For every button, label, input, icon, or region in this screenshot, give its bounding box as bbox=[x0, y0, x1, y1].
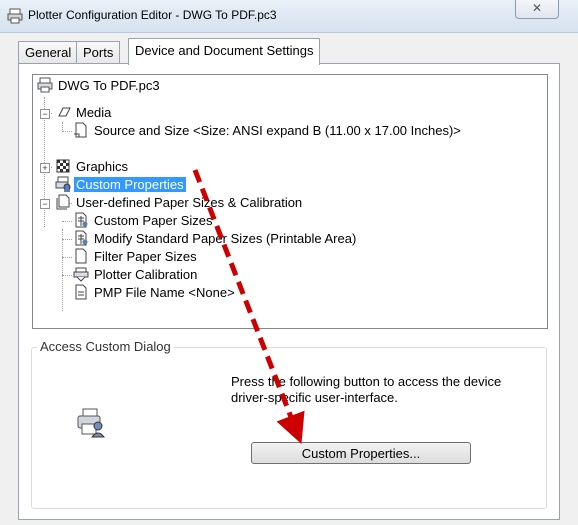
tree-node-label: Filter Paper Sizes bbox=[94, 249, 197, 264]
media-collapse-toggle[interactable]: − bbox=[40, 109, 50, 119]
tree-node-modify-standard[interactable]: Modify Standard Paper Sizes (Printable A… bbox=[73, 230, 358, 248]
pmp-file-icon bbox=[75, 284, 87, 300]
dialog-body: General Ports Device and Document Settin… bbox=[0, 33, 578, 525]
settings-tree[interactable]: − + − DWG To PDF.pc3 Media Source and Si… bbox=[32, 74, 548, 329]
window-title: Plotter Configuration Editor - DWG To PD… bbox=[28, 8, 277, 22]
paper-size-icon bbox=[74, 122, 87, 138]
title-bar: Plotter Configuration Editor - DWG To PD… bbox=[0, 0, 578, 33]
tree-node-media[interactable]: Media bbox=[55, 104, 113, 122]
plotter-file-icon bbox=[37, 77, 53, 93]
tree-node-label: Media bbox=[76, 105, 112, 120]
tree-node-custom-paper-sizes[interactable]: Custom Paper Sizes bbox=[73, 212, 215, 230]
tree-node-label: Graphics bbox=[76, 159, 129, 174]
tree-node-root[interactable]: DWG To PDF.pc3 bbox=[37, 77, 162, 95]
close-button[interactable]: ✕ bbox=[515, 0, 559, 19]
tree-node-label: PMP File Name <None> bbox=[94, 285, 235, 300]
tree-node-custom-properties[interactable]: Custom Properties bbox=[55, 176, 186, 194]
tree-node-label: Custom Paper Sizes bbox=[94, 213, 213, 228]
printer-user-icon bbox=[77, 408, 106, 438]
custom-dialog-description: Press the following button to access the… bbox=[231, 374, 502, 405]
custom-properties-button[interactable]: Custom Properties... bbox=[251, 442, 471, 464]
tree-node-pmp-file[interactable]: PMP File Name <None> bbox=[73, 284, 237, 302]
tab-panel: − + − DWG To PDF.pc3 Media Source and Si… bbox=[18, 63, 560, 520]
tree-node-label: Modify Standard Paper Sizes (Printable A… bbox=[94, 231, 357, 246]
graphics-icon bbox=[56, 159, 70, 173]
plotter-app-icon bbox=[7, 8, 23, 24]
group-legend: Access Custom Dialog bbox=[37, 339, 174, 354]
close-icon: ✕ bbox=[531, 1, 543, 15]
user-defined-collapse-toggle[interactable]: − bbox=[40, 199, 50, 209]
calibration-icon bbox=[73, 267, 89, 282]
tree-node-filter-paper-sizes[interactable]: Filter Paper Sizes bbox=[73, 248, 199, 266]
tree-node-graphics[interactable]: Graphics bbox=[55, 158, 130, 176]
tree-node-label: Source and Size <Size: ANSI expand B (11… bbox=[94, 123, 461, 138]
tab-general[interactable]: General bbox=[18, 41, 79, 64]
modify-paper-icon bbox=[75, 230, 88, 246]
custom-properties-icon bbox=[55, 176, 71, 192]
blank-page-icon bbox=[75, 248, 87, 264]
access-custom-dialog-group: Access Custom Dialog Press the following… bbox=[31, 339, 547, 509]
tree-node-source-size[interactable]: Source and Size <Size: ANSI expand B (11… bbox=[73, 122, 463, 140]
tree-node-plotter-calibration[interactable]: Plotter Calibration bbox=[73, 266, 199, 284]
tree-node-user-defined[interactable]: User-defined Paper Sizes & Calibration bbox=[55, 194, 304, 212]
paper-stack-icon bbox=[56, 194, 70, 210]
tree-node-label: User-defined Paper Sizes & Calibration bbox=[76, 195, 303, 210]
tab-device-and-document-settings[interactable]: Device and Document Settings bbox=[128, 38, 321, 65]
tab-ports[interactable]: Ports bbox=[76, 41, 121, 64]
tree-node-label: DWG To PDF.pc3 bbox=[58, 78, 160, 93]
graphics-expand-toggle[interactable]: + bbox=[40, 163, 50, 173]
media-sheet-icon bbox=[58, 107, 71, 117]
custom-paper-icon bbox=[75, 212, 88, 228]
tree-node-label: Custom Properties bbox=[74, 177, 186, 192]
tree-node-label: Plotter Calibration bbox=[94, 267, 198, 282]
